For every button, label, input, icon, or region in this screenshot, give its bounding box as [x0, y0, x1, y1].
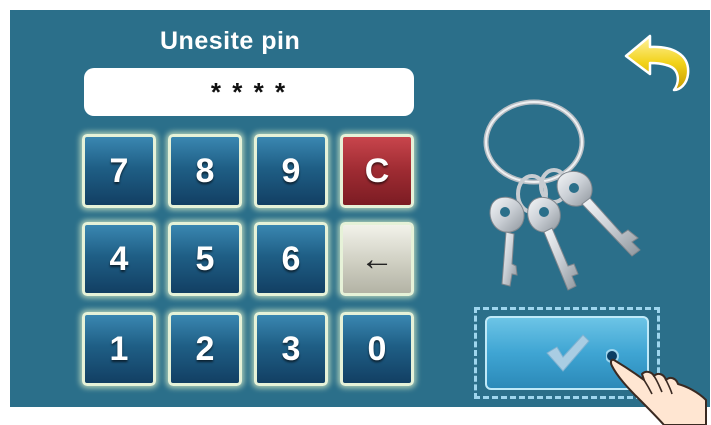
backspace-key[interactable]: ←: [340, 222, 414, 296]
key-label: 3: [281, 329, 301, 368]
key-label: C: [364, 151, 390, 190]
key-label: 8: [195, 151, 215, 190]
back-button[interactable]: [622, 32, 694, 92]
back-arrow-icon: [624, 34, 690, 92]
key-label: 2: [195, 329, 215, 368]
pin-entry-screen: Unesite pin * * * * 7 8 9 C 4 5 6 ← 1 2 …: [10, 10, 710, 407]
keys-icon: [483, 99, 641, 291]
clear-key[interactable]: C: [340, 134, 414, 208]
key-3[interactable]: 3: [254, 312, 328, 386]
page-title: Unesite pin: [160, 27, 301, 55]
key-label: 4: [109, 239, 129, 278]
key-4[interactable]: 4: [82, 222, 156, 296]
key-6[interactable]: 6: [254, 222, 328, 296]
hand-pointer-icon: [606, 349, 707, 425]
key-label: 9: [281, 151, 301, 190]
key-8[interactable]: 8: [168, 134, 242, 208]
backspace-arrow-icon: ←: [360, 239, 394, 278]
key-label: 1: [109, 329, 129, 368]
key-0[interactable]: 0: [340, 312, 414, 386]
key-label: 5: [195, 239, 215, 278]
key-5[interactable]: 5: [168, 222, 242, 296]
key-7[interactable]: 7: [82, 134, 156, 208]
key-2[interactable]: 2: [168, 312, 242, 386]
pin-display-field: * * * *: [84, 68, 414, 116]
key-9[interactable]: 9: [254, 134, 328, 208]
checkmark-icon: [546, 334, 590, 372]
key-label: 6: [281, 239, 301, 278]
key-label: 0: [367, 329, 387, 368]
key-label: 7: [109, 151, 129, 190]
key-1[interactable]: 1: [82, 312, 156, 386]
